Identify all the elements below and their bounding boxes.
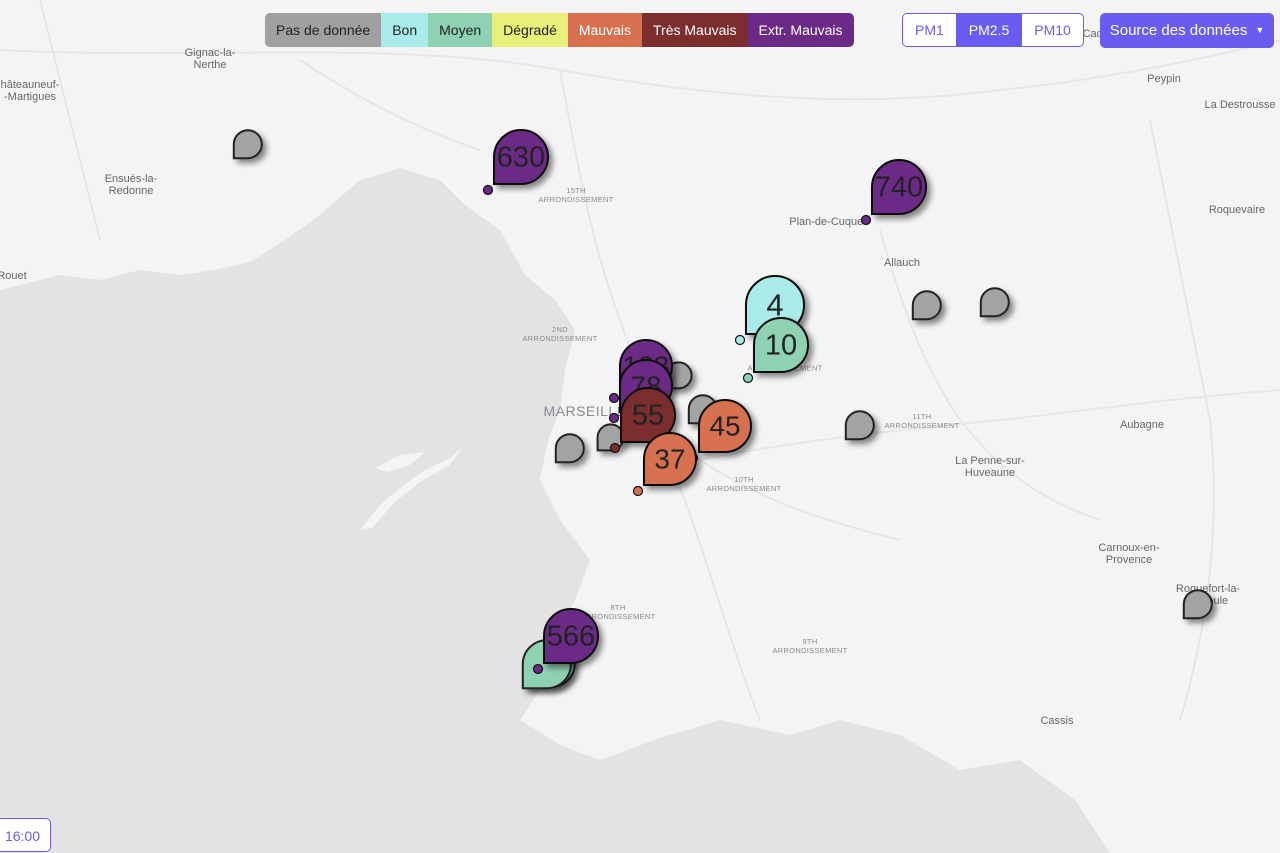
station-marker[interactable] [554,433,585,464]
station-marker[interactable] [911,290,942,321]
station-markers-layer: 63074041018378554537566 [232,129,1213,690]
air-quality-legend: Pas de donnée Bon Moyen Dégradé Mauvais Très … [265,13,854,47]
station-value: 10 [765,330,797,362]
station-marker[interactable]: 630 [482,129,549,196]
station-marker[interactable]: 740 [860,159,927,226]
legend-item: Moyen [428,13,493,47]
pm-button-pm10[interactable]: PM10 [1022,14,1083,46]
station-marker[interactable] [232,129,263,160]
legend-item: Extr. Mauvais [747,13,854,47]
legend-item: Dégradé [492,13,568,47]
time-selector-button[interactable]: 16:00 [0,818,51,852]
data-source-dropdown[interactable]: Source des données ▼ [1100,13,1274,48]
station-marker[interactable]: 566 [532,608,599,675]
legend-item: Mauvais [567,13,642,47]
station-marker[interactable] [844,410,875,441]
station-value: 45 [709,410,740,441]
caret-down-icon: ▼ [1255,25,1265,35]
data-source-label: Source des données [1109,22,1248,39]
station-value: 740 [875,172,923,204]
legend-item: Très Mauvais [642,13,748,47]
station-value: 37 [654,443,685,474]
station-marker[interactable] [1182,589,1213,620]
pm-selector: PM1 PM2.5 PM10 [902,13,1084,47]
station-value: 630 [497,142,545,174]
legend-item: Pas de donnée [265,13,382,47]
pm-button-pm25[interactable]: PM2.5 [956,14,1023,46]
station-marker[interactable] [979,287,1010,318]
pm-button-pm1[interactable]: PM1 [903,14,957,46]
legend-item: Bon [381,13,429,47]
station-value: 55 [632,400,664,432]
station-value: 566 [547,621,595,653]
